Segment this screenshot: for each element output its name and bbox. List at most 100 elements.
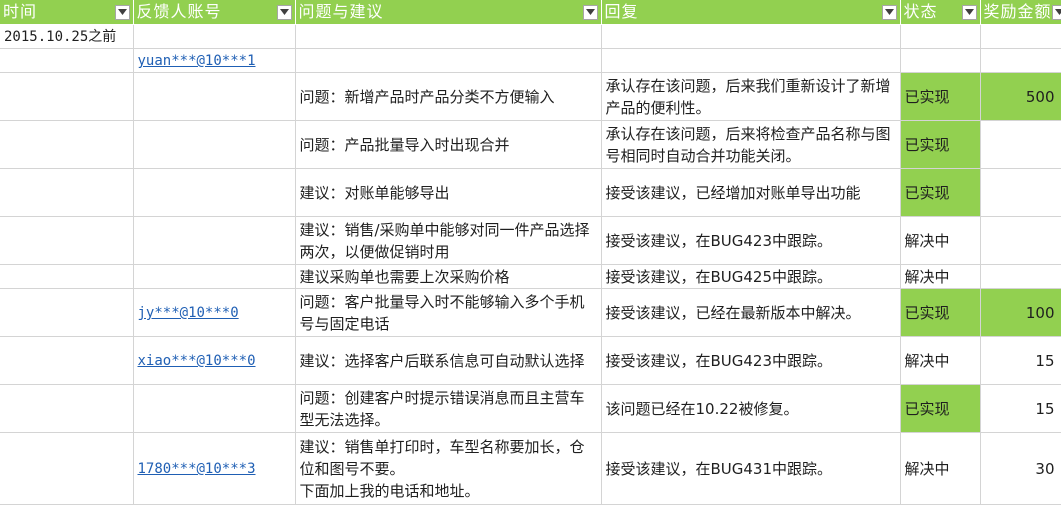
cell-account[interactable]: jy***@10***0 bbox=[133, 288, 296, 337]
cell-time[interactable] bbox=[0, 72, 134, 121]
header-amount: 奖励金额 bbox=[980, 0, 1061, 25]
cell-issue[interactable]: 建议：选择客户后联系信息可自动默认选择 bbox=[295, 336, 602, 385]
spreadsheet: 时间 反馈人账号 问题与建议 回复 状态 奖励金额 2015.10.25之前 y… bbox=[0, 0, 1061, 507]
header-label: 状态 bbox=[903, 2, 938, 21]
table-row: 问题：创建客户时提示错误消息而且主营车型无法选择。 该问题已经在10.22被修复… bbox=[0, 384, 1061, 433]
cell-time[interactable] bbox=[0, 336, 134, 385]
cell-issue[interactable]: 建议：销售单打印时，车型名称要加长，仓位和图号不要。 下面加上我的电话和地址。 bbox=[295, 432, 602, 505]
cell-issue[interactable] bbox=[295, 24, 602, 49]
account-link[interactable]: yuan***@10***1 bbox=[138, 53, 256, 69]
header-label: 反馈人账号 bbox=[136, 2, 222, 21]
cell-status[interactable]: 已实现 bbox=[900, 384, 981, 433]
cell-status[interactable]: 已实现 bbox=[900, 120, 981, 169]
cell-account[interactable] bbox=[133, 120, 296, 169]
cell-time[interactable] bbox=[0, 120, 134, 169]
cell-reply[interactable]: 接受该建议，已经增加对账单导出功能 bbox=[601, 168, 901, 217]
filter-dropdown-icon[interactable] bbox=[1051, 4, 1060, 20]
cell-issue[interactable]: 问题：客户批量导入时不能够输入多个手机号与固定电话 bbox=[295, 288, 602, 337]
account-link[interactable]: xiao***@10***0 bbox=[138, 353, 256, 369]
cell-reply[interactable]: 接受该建议，已经在最新版本中解决。 bbox=[601, 288, 901, 337]
cell-account[interactable] bbox=[133, 24, 296, 49]
table-row: 1780***@10***3 建议：销售单打印时，车型名称要加长，仓位和图号不要… bbox=[0, 432, 1061, 505]
cell-reply[interactable]: 承认存在该问题，后来我们重新设计了新增产品的便利性。 bbox=[601, 72, 901, 121]
cell-issue[interactable]: 建议采购单也需要上次采购价格 bbox=[295, 264, 602, 289]
cell-amount[interactable] bbox=[980, 168, 1061, 217]
table-row: 问题：新增产品时产品分类不方便输入 承认存在该问题，后来我们重新设计了新增产品的… bbox=[0, 72, 1061, 121]
cell-time[interactable] bbox=[0, 48, 134, 73]
cell-account[interactable]: 1780***@10***3 bbox=[133, 432, 296, 505]
header-label: 问题与建议 bbox=[298, 2, 384, 21]
cell-status[interactable]: 解决中 bbox=[900, 336, 981, 385]
cell-amount[interactable] bbox=[980, 24, 1061, 49]
filter-dropdown-icon[interactable] bbox=[276, 4, 292, 20]
cell-reply[interactable] bbox=[601, 48, 901, 73]
cell-status[interactable] bbox=[900, 48, 981, 73]
cell-issue[interactable]: 问题：创建客户时提示错误消息而且主营车型无法选择。 bbox=[295, 384, 602, 433]
table-row: 问题：产品批量导入时出现合并 承认存在该问题，后来将检查产品名称与图号相同时自动… bbox=[0, 120, 1061, 169]
cell-status[interactable]: 已实现 bbox=[900, 168, 981, 217]
header-label: 奖励金额 bbox=[983, 2, 1052, 21]
cell-reply[interactable]: 接受该建议，在BUG423中跟踪。 bbox=[601, 336, 901, 385]
cell-account[interactable] bbox=[133, 384, 296, 433]
filter-dropdown-icon[interactable] bbox=[881, 4, 897, 20]
cell-time[interactable] bbox=[0, 168, 134, 217]
cell-status[interactable] bbox=[900, 24, 981, 49]
cell-account[interactable] bbox=[133, 216, 296, 265]
filter-dropdown-icon[interactable] bbox=[961, 4, 977, 20]
cell-account[interactable] bbox=[133, 72, 296, 121]
cell-account[interactable]: yuan***@10***1 bbox=[133, 48, 296, 73]
cell-status[interactable]: 已实现 bbox=[900, 72, 981, 121]
cell-amount[interactable]: 15 bbox=[980, 384, 1061, 433]
cell-status[interactable]: 解决中 bbox=[900, 264, 981, 289]
cell-status[interactable]: 已实现 bbox=[900, 288, 981, 337]
cell-amount[interactable] bbox=[980, 48, 1061, 73]
cell-issue[interactable]: 问题：产品批量导入时出现合并 bbox=[295, 120, 602, 169]
header-issue: 问题与建议 bbox=[295, 0, 602, 25]
table-row: 建议采购单也需要上次采购价格 接受该建议，在BUG425中跟踪。 解决中 bbox=[0, 264, 1061, 289]
cell-reply[interactable]: 接受该建议，在BUG431中跟踪。 bbox=[601, 432, 901, 505]
table-row: 建议：销售/采购单中能够对同一件产品选择两次，以便做促销时用 接受该建议，在BU… bbox=[0, 216, 1061, 265]
filter-dropdown-icon[interactable] bbox=[114, 4, 130, 20]
cell-time[interactable] bbox=[0, 384, 134, 433]
header-account: 反馈人账号 bbox=[133, 0, 296, 25]
table-row: xiao***@10***0 建议：选择客户后联系信息可自动默认选择 接受该建议… bbox=[0, 336, 1061, 385]
cell-time[interactable] bbox=[0, 432, 134, 505]
cell-reply[interactable]: 接受该建议，在BUG423中跟踪。 bbox=[601, 216, 901, 265]
header-time: 时间 bbox=[0, 0, 134, 25]
cell-amount[interactable] bbox=[980, 216, 1061, 265]
cell-account[interactable]: xiao***@10***0 bbox=[133, 336, 296, 385]
feedback-table: 时间 反馈人账号 问题与建议 回复 状态 奖励金额 2015.10.25之前 y… bbox=[0, 0, 1061, 505]
filter-dropdown-icon[interactable] bbox=[582, 4, 598, 20]
header-label: 回复 bbox=[604, 2, 639, 21]
table-row: jy***@10***0 问题：客户批量导入时不能够输入多个手机号与固定电话 接… bbox=[0, 288, 1061, 337]
header-row: 时间 反馈人账号 问题与建议 回复 状态 奖励金额 bbox=[0, 0, 1061, 25]
cell-time[interactable] bbox=[0, 216, 134, 265]
table-row: 2015.10.25之前 bbox=[0, 24, 1061, 49]
cell-amount[interactable]: 100 bbox=[980, 288, 1061, 337]
cell-amount[interactable] bbox=[980, 120, 1061, 169]
cell-time[interactable] bbox=[0, 288, 134, 337]
cell-issue[interactable]: 建议：对账单能够导出 bbox=[295, 168, 602, 217]
table-row: yuan***@10***1 bbox=[0, 48, 1061, 73]
cell-reply[interactable]: 该问题已经在10.22被修复。 bbox=[601, 384, 901, 433]
cell-issue[interactable]: 建议：销售/采购单中能够对同一件产品选择两次，以便做促销时用 bbox=[295, 216, 602, 265]
cell-account[interactable] bbox=[133, 264, 296, 289]
cell-status[interactable]: 解决中 bbox=[900, 432, 981, 505]
account-link[interactable]: jy***@10***0 bbox=[138, 305, 239, 321]
cell-amount[interactable]: 500 bbox=[980, 72, 1061, 121]
cell-amount[interactable]: 15 bbox=[980, 336, 1061, 385]
account-link[interactable]: 1780***@10***3 bbox=[138, 461, 256, 477]
cell-amount[interactable] bbox=[980, 264, 1061, 289]
header-reply: 回复 bbox=[601, 0, 901, 25]
cell-amount[interactable]: 30 bbox=[980, 432, 1061, 505]
cell-account[interactable] bbox=[133, 168, 296, 217]
cell-time[interactable]: 2015.10.25之前 bbox=[0, 24, 134, 49]
cell-reply[interactable]: 接受该建议，在BUG425中跟踪。 bbox=[601, 264, 901, 289]
header-label: 时间 bbox=[3, 2, 38, 21]
cell-reply[interactable]: 承认存在该问题，后来将检查产品名称与图号相同时自动合并功能关闭。 bbox=[601, 120, 901, 169]
cell-time[interactable] bbox=[0, 264, 134, 289]
cell-reply[interactable] bbox=[601, 24, 901, 49]
cell-status[interactable]: 解决中 bbox=[900, 216, 981, 265]
cell-issue[interactable] bbox=[295, 48, 602, 73]
cell-issue[interactable]: 问题：新增产品时产品分类不方便输入 bbox=[295, 72, 602, 121]
